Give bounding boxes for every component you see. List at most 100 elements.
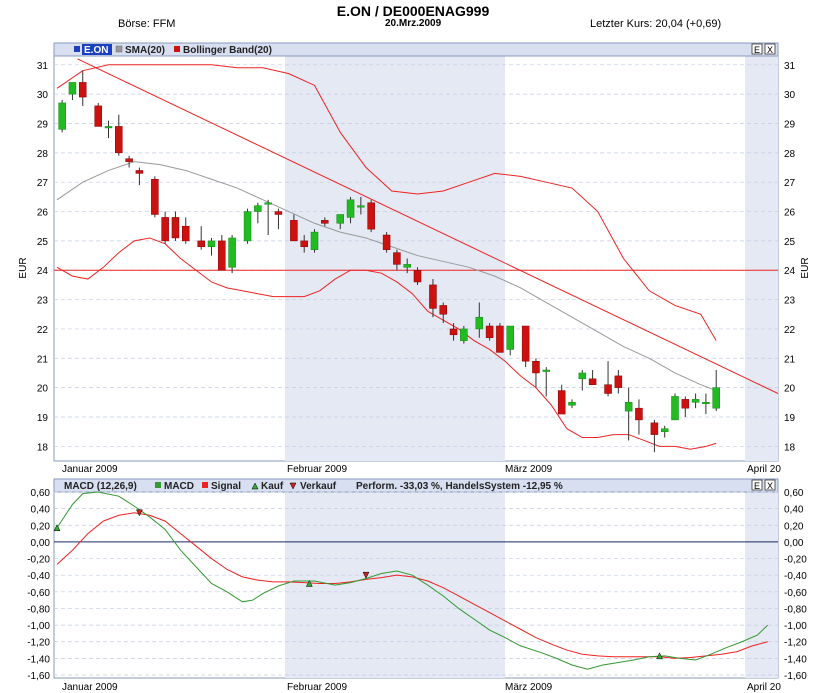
candle-up-body: [243, 211, 252, 242]
price-ytick-label: 21: [784, 354, 796, 365]
candle-up-body: [691, 399, 700, 403]
price-ytick-label: 19: [784, 413, 796, 424]
signal-legend-swatch: [202, 482, 208, 488]
price-ytick-label: 21: [37, 354, 49, 365]
candle-up-body: [460, 328, 468, 341]
candle-down-body: [218, 240, 226, 271]
macd-ytick-label: -0,60: [784, 588, 807, 599]
price-yticks-left: 18 19 20 21 22 23 24 25 26 27 28 29 30 31: [37, 61, 49, 454]
candle-up-body: [568, 402, 576, 406]
macd-ytick-label: -0,60: [27, 588, 50, 599]
price-ytick-label: 23: [37, 296, 49, 307]
candle-down-body: [449, 328, 458, 336]
candle-down-body: [182, 225, 190, 242]
macd-ytick-label: -1,20: [27, 638, 50, 649]
price-ytick-label: 31: [784, 61, 796, 72]
macd-ytick-label: 0,00: [31, 538, 51, 549]
price-ytick-label: 18: [37, 442, 49, 453]
macd-legend-swatch: [155, 482, 161, 488]
macd-ytick-label: -1,40: [784, 654, 807, 665]
macd-ytick-label: 0,60: [784, 488, 804, 499]
macd-x-label-february: Februar 2009: [287, 682, 347, 693]
price-ytick-label: 24: [784, 266, 796, 277]
candle: [94, 102, 102, 127]
price-ytick-label: 27: [784, 178, 796, 189]
bb-legend-swatch: [174, 46, 180, 52]
candle-up-body: [264, 202, 272, 205]
price-ytick-label: 20: [784, 384, 796, 395]
candle-down-body: [635, 407, 643, 421]
candle-down-body: [274, 211, 283, 215]
candle-down-body: [300, 240, 308, 248]
price-ytick-label: 28: [784, 149, 796, 160]
candle: [496, 323, 504, 353]
candle-down-body: [79, 82, 87, 98]
price-ytick-label: 26: [784, 208, 796, 219]
candle: [151, 176, 159, 218]
y-axis-label-left: EUR: [18, 257, 29, 278]
candle: [521, 325, 530, 368]
candle: [58, 100, 66, 133]
candle: [243, 208, 252, 244]
macd-ytick-label: -1,60: [27, 671, 50, 682]
macd-panel: 0,60 0,40 0,20 0,00 -0,20 -0,40 -0,60 -0,80 -1,0…: [27, 478, 807, 682]
macd-ytick-label: -0,80: [27, 604, 50, 615]
sma-legend-label: SMA(20): [125, 45, 165, 56]
candle-up-body: [254, 205, 262, 212]
candle-down-body: [429, 284, 437, 309]
candle-down-body: [321, 220, 329, 224]
candle-down-body: [393, 252, 401, 265]
macd-ytick-label: 0,60: [31, 488, 51, 499]
macd-close-label: X: [767, 481, 773, 491]
macd-yticks-left: 0,60 0,40 0,20 0,00 -0,20 -0,40 -0,60 -0,80 -1,0…: [27, 488, 50, 682]
candle-up-body: [346, 199, 355, 218]
price-ytick-label: 23: [784, 296, 796, 307]
candle-up-body: [702, 402, 710, 405]
candle-down-body: [290, 220, 298, 242]
apr-shade: [745, 56, 778, 461]
x-label-february: Februar 2009: [287, 464, 347, 475]
price-ytick-label: 26: [37, 208, 49, 219]
price-ytick-label: 29: [784, 120, 796, 131]
candle-up-body: [624, 402, 633, 412]
price-yticks-right: 18 19 20 21 22 23 24 25 26 27 28 29 30 31: [784, 61, 796, 454]
candle-up-body: [578, 372, 587, 380]
candle: [310, 229, 319, 253]
macd-ytick-label: -0,80: [784, 604, 807, 615]
performance-label: Perform. -33,03 %, HandelsSystem -12,95 …: [356, 481, 563, 492]
macd-ytick-label: -1,40: [27, 654, 50, 665]
candle-up-body: [506, 325, 514, 350]
macd-ytick-label: 0,20: [31, 521, 51, 532]
macd-ytick-label: 0,40: [784, 505, 804, 516]
price-panel: 18 19 20 21 22 23 24 25 26 27 28 29 30 31 18 19 20 21 22 2…: [18, 42, 811, 462]
y-axis-label-right: EUR: [800, 257, 811, 278]
macd-expand-label: E: [754, 481, 760, 491]
candle: [228, 235, 236, 274]
candle-up-body: [403, 264, 411, 268]
candle-up-body: [207, 240, 216, 248]
price-ytick-label: 22: [784, 325, 796, 336]
candle-down-body: [151, 179, 159, 215]
candle-down-body: [125, 158, 133, 162]
macd-ytick-label: -1,20: [784, 638, 807, 649]
macd-ytick-label: 0,00: [784, 538, 804, 549]
macd-ytick-label: -0,20: [784, 555, 807, 566]
price-expand-label: E: [754, 45, 760, 55]
price-ytick-label: 19: [37, 413, 49, 424]
price-ytick-label: 28: [37, 149, 49, 160]
macd-yticks-right: 0,60 0,40 0,20 0,00 -0,20 -0,40 -0,60 -0,80 -1,0…: [784, 488, 807, 682]
candle-down-body: [650, 422, 659, 435]
candle: [382, 232, 391, 253]
candle: [367, 199, 375, 233]
candle-down-body: [614, 375, 623, 388]
x-label-march: März 2009: [505, 464, 553, 475]
price-ytick-label: 24: [37, 266, 49, 277]
macd-ytick-label: -0,20: [27, 555, 50, 566]
price-ytick-label: 29: [37, 120, 49, 131]
candle-up-body: [336, 214, 344, 224]
candle-down-body: [588, 378, 597, 385]
price-ytick-label: 18: [784, 442, 796, 453]
macd-ytick-label: -1,00: [784, 621, 807, 632]
candle-up-body: [712, 387, 720, 409]
macd-ytick-label: 0,20: [784, 521, 804, 532]
